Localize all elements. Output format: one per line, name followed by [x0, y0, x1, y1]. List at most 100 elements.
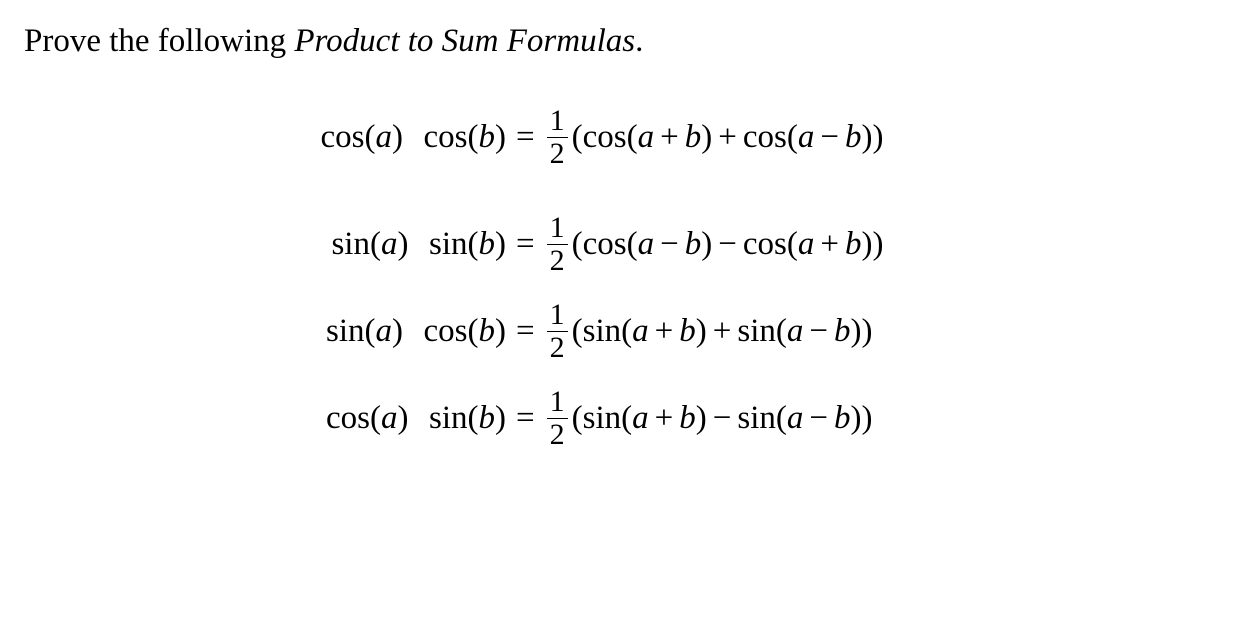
var-b: b	[479, 313, 496, 349]
var-b: b	[479, 119, 496, 155]
lparen: (	[572, 402, 583, 435]
equation-rhs: 1 2 (sin(a+b)−sin(a−b))	[545, 387, 873, 450]
var-a: a	[376, 313, 393, 349]
rparen: )	[495, 313, 506, 349]
operator: +	[649, 402, 680, 435]
rparen: )	[851, 315, 862, 348]
lparen: (	[572, 228, 583, 261]
equation-row: cos(a) cos(b) = 1 2 (cos(a+b)+cos(a−b))	[281, 106, 1081, 169]
fraction-num: 1	[547, 213, 568, 244]
fraction-num: 1	[547, 300, 568, 331]
lparen: (	[468, 119, 479, 155]
lparen: (	[572, 121, 583, 154]
equation-row: cos(a) sin(b) = 1 2 (sin(a+b)−sin(a−b))	[281, 387, 1081, 450]
var-b: b	[845, 228, 862, 261]
equation-lhs: cos(a) sin(b)	[281, 402, 506, 435]
rparen: )	[862, 121, 873, 154]
lparen: (	[621, 402, 632, 435]
equation-rhs: 1 2 (cos(a−b)−cos(a+b))	[545, 213, 884, 276]
operator: −	[803, 315, 834, 348]
var-b: b	[479, 400, 496, 436]
rparen: )	[701, 228, 712, 261]
func-name: sin	[429, 226, 468, 262]
func-name: sin	[737, 402, 776, 435]
fraction-den: 2	[547, 331, 568, 363]
var-a: a	[798, 121, 815, 154]
fraction-den: 2	[547, 418, 568, 450]
lparen: (	[776, 402, 787, 435]
var-a: a	[798, 228, 815, 261]
lparen: (	[627, 228, 638, 261]
lparen: (	[572, 315, 583, 348]
var-b: b	[679, 402, 696, 435]
fraction-den: 2	[547, 137, 568, 169]
lparen: (	[370, 226, 381, 262]
var-a: a	[632, 402, 649, 435]
func-name: cos	[743, 228, 787, 261]
equation-rhs: 1 2 (sin(a+b)+sin(a−b))	[545, 300, 873, 363]
rparen: )	[696, 402, 707, 435]
operator: +	[707, 315, 738, 348]
rparen: )	[862, 315, 873, 348]
rparen: )	[392, 119, 403, 155]
lparen: (	[468, 226, 479, 262]
rparen: )	[495, 226, 506, 262]
var-a: a	[381, 400, 398, 436]
problem-prompt: Prove the following Product to Sum Formu…	[24, 18, 1218, 64]
equals-sign: =	[506, 228, 545, 261]
lparen: (	[365, 119, 376, 155]
fraction-half: 1 2	[547, 106, 568, 169]
func-name: cos	[583, 121, 627, 154]
var-b: b	[834, 315, 851, 348]
lparen: (	[787, 121, 798, 154]
equation-block: cos(a) cos(b) = 1 2 (cos(a+b)+cos(a−b)) …	[24, 106, 1218, 450]
func-name: cos	[583, 228, 627, 261]
lparen: (	[787, 228, 798, 261]
operator: −	[814, 121, 845, 154]
rparen: )	[862, 228, 873, 261]
func-name: cos	[321, 119, 365, 155]
equation-rhs: 1 2 (cos(a+b)+cos(a−b))	[545, 106, 884, 169]
equation-lhs: sin(a) sin(b)	[281, 228, 506, 261]
var-b: b	[479, 226, 496, 262]
equation-row: sin(a) cos(b) = 1 2 (sin(a+b)+sin(a−b))	[281, 300, 1081, 363]
var-a: a	[787, 402, 804, 435]
func-name: cos	[424, 313, 468, 349]
prompt-title: Product to Sum Formulas	[294, 23, 635, 59]
equals-sign: =	[506, 402, 545, 435]
var-a: a	[376, 119, 393, 155]
lparen: (	[370, 400, 381, 436]
fraction-num: 1	[547, 106, 568, 137]
operator: −	[712, 228, 743, 261]
var-a: a	[787, 315, 804, 348]
lparen: (	[776, 315, 787, 348]
fraction-half: 1 2	[547, 300, 568, 363]
func-name: cos	[326, 400, 370, 436]
equation-lhs: cos(a) cos(b)	[281, 121, 506, 154]
fraction-num: 1	[547, 387, 568, 418]
operator: −	[654, 228, 685, 261]
fraction-half: 1 2	[547, 213, 568, 276]
var-b: b	[685, 121, 702, 154]
var-b: b	[679, 315, 696, 348]
fraction-half: 1 2	[547, 387, 568, 450]
rparen: )	[862, 402, 873, 435]
operator: +	[814, 228, 845, 261]
func-name: sin	[331, 226, 370, 262]
rparen: )	[495, 400, 506, 436]
operator: +	[649, 315, 680, 348]
rparen: )	[701, 121, 712, 154]
prompt-period: .	[635, 23, 643, 59]
func-name: sin	[737, 315, 776, 348]
equals-sign: =	[506, 121, 545, 154]
var-a: a	[638, 228, 655, 261]
lparen: (	[468, 400, 479, 436]
equation-row: sin(a) sin(b) = 1 2 (cos(a−b)−cos(a+b))	[281, 213, 1081, 276]
var-b: b	[685, 228, 702, 261]
func-name: sin	[583, 402, 622, 435]
lparen: (	[365, 313, 376, 349]
rparen: )	[392, 313, 403, 349]
operator: +	[712, 121, 743, 154]
prompt-leading: Prove the following	[24, 23, 294, 59]
operator: −	[707, 402, 738, 435]
